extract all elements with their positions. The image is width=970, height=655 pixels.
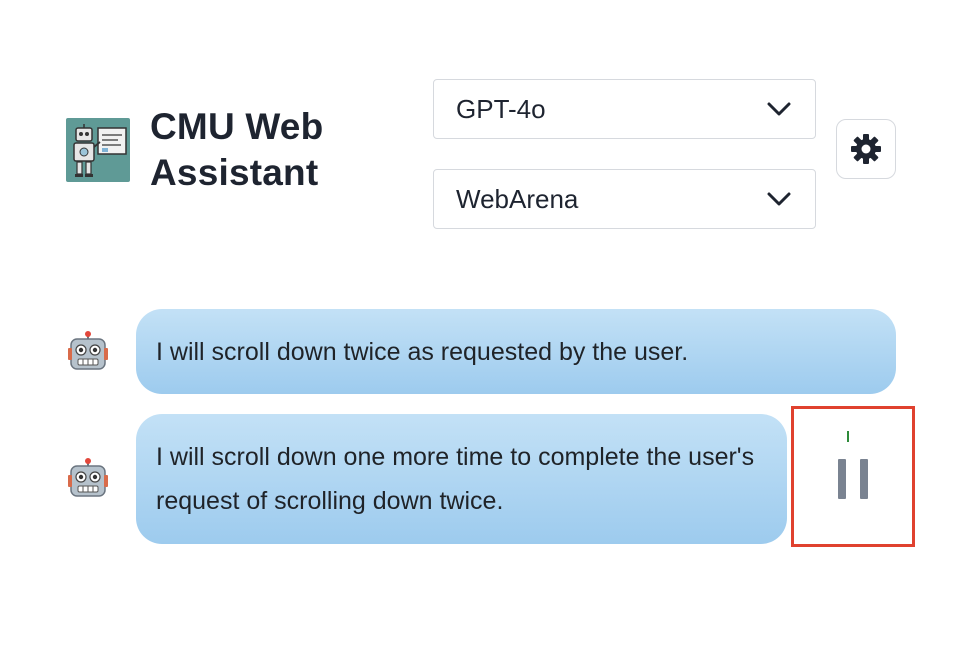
pause-bar-right [860,458,868,499]
robot-presenter-logo [66,118,130,182]
page-title: CMU Web Assistant [150,106,324,193]
brand: CMU Web Assistant [66,104,323,196]
robot-icon [66,457,110,501]
message-bubble: I will scroll down twice as requested by… [136,309,896,394]
message-text: I will scroll down one more time to comp… [156,443,755,515]
model-select[interactable]: GPT-4o [433,79,816,139]
robot-icon [66,330,110,374]
assistant-message: I will scroll down twice as requested by… [66,309,896,394]
message-text: I will scroll down twice as requested by… [156,337,689,366]
pause-button[interactable] [791,406,915,547]
environment-select-value: WebArena [456,183,579,214]
pause-icon [838,458,868,499]
status-tick [847,431,849,442]
gear-icon [851,134,881,164]
pause-bar-left [838,458,846,499]
assistant-message: I will scroll down one more time to comp… [66,414,787,544]
environment-select[interactable]: WebArena [433,169,816,229]
model-select-value: GPT-4o [456,93,546,124]
message-bubble: I will scroll down one more time to comp… [136,414,787,544]
assistant-app: CMU Web Assistant GPT-4o WebArena I will… [0,0,970,655]
chevron-down-icon [767,192,791,206]
chevron-down-icon [767,102,791,116]
settings-button[interactable] [836,119,896,179]
